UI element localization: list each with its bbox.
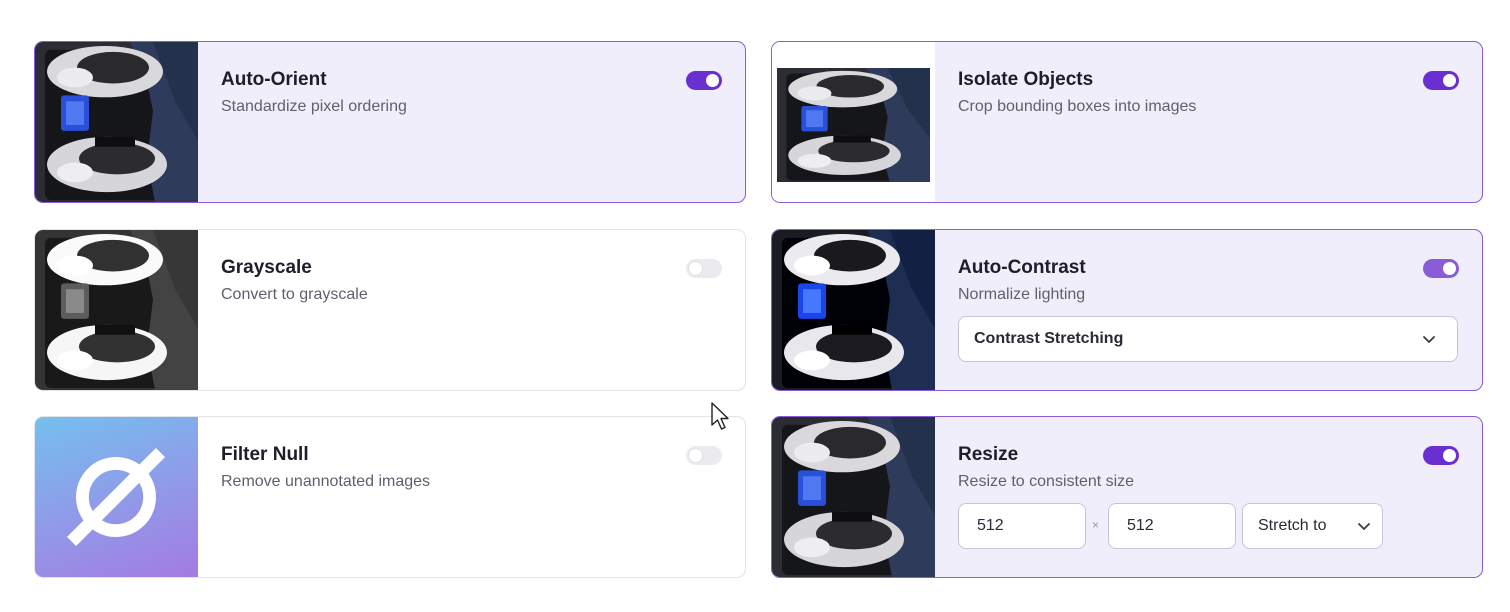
chevron-down-icon <box>1358 523 1370 530</box>
auto-orient-thumbnail <box>35 42 198 202</box>
resize-mode-value: Stretch to <box>1258 517 1327 534</box>
resize-thumbnail <box>772 417 935 577</box>
card-description: Resize to consistent size <box>958 473 1135 490</box>
card-description: Crop bounding boxes into images <box>958 98 1197 115</box>
auto-orient-toggle[interactable] <box>686 71 722 90</box>
auto-contrast-toggle[interactable] <box>1423 259 1459 278</box>
chevron-down-icon <box>1423 336 1435 343</box>
resize-height-input[interactable] <box>1108 503 1236 549</box>
card-title: Isolate Objects <box>958 69 1094 90</box>
card-auto-orient[interactable]: Auto-Orient Standardize pixel ordering <box>34 41 746 203</box>
grayscale-toggle[interactable] <box>686 259 722 278</box>
card-grayscale[interactable]: Grayscale Convert to grayscale <box>34 229 746 391</box>
card-title: Grayscale <box>221 257 312 278</box>
mouse-pointer-icon <box>711 402 729 430</box>
contrast-method-value: Contrast Stretching <box>974 330 1124 347</box>
card-filter-null[interactable]: Filter Null Remove unannotated images <box>34 416 746 578</box>
grayscale-thumbnail <box>35 230 198 390</box>
filter-null-thumbnail <box>35 417 198 577</box>
card-isolate-objects[interactable]: Isolate Objects Crop bounding boxes into… <box>771 41 1483 203</box>
card-auto-contrast[interactable]: Auto-Contrast Normalize lighting Contras… <box>771 229 1483 391</box>
card-title: Auto-Contrast <box>958 257 1086 278</box>
filter-null-toggle[interactable] <box>686 446 722 465</box>
isolate-objects-thumbnail <box>772 42 935 202</box>
card-description: Standardize pixel ordering <box>221 98 407 115</box>
card-description: Remove unannotated images <box>221 473 431 490</box>
resize-width-input[interactable] <box>958 503 1086 549</box>
isolate-objects-toggle[interactable] <box>1423 71 1459 90</box>
auto-contrast-thumbnail <box>772 230 935 390</box>
card-description: Normalize lighting <box>958 286 1086 303</box>
resize-mode-select[interactable]: Stretch to <box>1242 503 1383 549</box>
card-title: Resize <box>958 444 1019 465</box>
card-description: Convert to grayscale <box>221 286 368 303</box>
card-title: Auto-Orient <box>221 69 327 90</box>
card-resize[interactable]: Resize Resize to consistent size × Stret… <box>771 416 1483 578</box>
dimension-separator: × <box>1092 518 1100 532</box>
card-title: Filter Null <box>221 444 309 465</box>
contrast-method-select[interactable]: Contrast Stretching <box>958 316 1458 362</box>
empty-set-icon <box>67 448 165 546</box>
resize-toggle[interactable] <box>1423 446 1459 465</box>
